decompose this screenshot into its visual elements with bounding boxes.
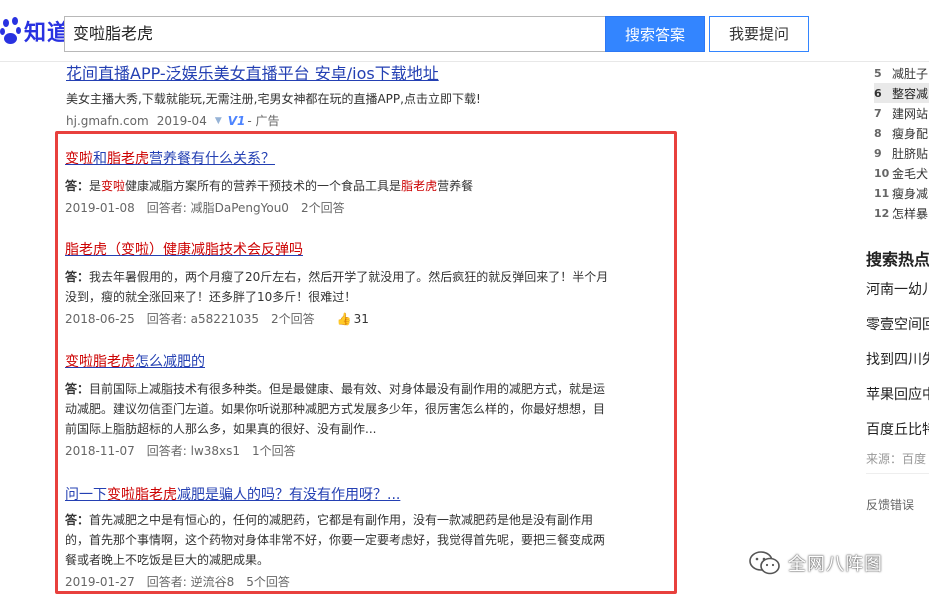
watermark: 全网八阵图 (748, 550, 883, 576)
result-meta: 2018-06-25 回答者: a58221035 2个回答 👍 31 (65, 309, 665, 329)
result-answerer[interactable]: 回答者: a58221035 (147, 309, 259, 329)
paw-icon (0, 16, 22, 46)
ad-description: 美女主播大秀,下载就能玩,无需注册,宅男女神都在玩的直播APP,点击立即下载! (66, 92, 481, 106)
result-answerer[interactable]: 回答者: 逆流谷8 (147, 572, 235, 592)
feedback-link[interactable]: 反馈错误 (866, 496, 914, 513)
result-answer-count: 1个回答 (252, 444, 296, 458)
caret-down-icon[interactable]: ▼ (215, 112, 222, 130)
v1-badge[interactable]: V1 (228, 112, 246, 130)
rank-item[interactable]: 12 怎样暴 (874, 203, 929, 223)
rank-item[interactable]: 5 减肚子 (874, 63, 929, 83)
result-date: 2019-01-27 (65, 575, 135, 589)
result-answer: 答：是变啦健康减脂方案所有的营养干预技术的一个食品工具是脂老虎营养餐 (65, 179, 474, 193)
hot-search-item[interactable]: 零壹空间回 (866, 315, 929, 350)
thumbs-up-icon[interactable]: 👍 (337, 309, 352, 329)
result-answer: 答：我去年暑假用的，两个月瘦了20斤左右，然后开学了就没用了。然后疯狂的就反弹回… (65, 270, 609, 304)
ad-label: - 广告 (247, 114, 280, 128)
rank-item[interactable]: 7 建网站 (874, 103, 929, 123)
search-answer-button[interactable]: 搜索答案 (605, 16, 705, 52)
result-answer: 答：目前国际上减脂技术有很多种类。但是最健康、最有效、对身体最没有副作用的减肥方… (65, 382, 606, 436)
ad-domain[interactable]: hj.gmafn.com (66, 112, 149, 130)
result-meta: 2018-11-07 回答者: lw38xs1 1个回答 (65, 441, 665, 461)
result-item: 变啦和脂老虎营养餐有什么关系？ 答：是变啦健康减脂方案所有的营养干预技术的一个食… (65, 150, 665, 218)
wechat-icon (749, 551, 780, 575)
rank-item[interactable]: 9 肚脐贴 (874, 143, 929, 163)
rank-item[interactable]: 11 瘦身减 (874, 183, 929, 203)
result-date: 2018-11-07 (65, 444, 135, 458)
top-header: 知道 变啦脂老虎 搜索答案 我要提问 (0, 0, 929, 62)
watermark-text: 全网八阵图 (788, 554, 883, 575)
ad-date: 2019-04 (156, 114, 207, 128)
like-count: 31 (353, 312, 369, 326)
result-title-link[interactable]: 变啦和脂老虎营养餐有什么关系？ (65, 150, 665, 168)
baidu-zhidao-logo[interactable]: 知道 (0, 14, 70, 48)
hot-source: 来源：百度 (866, 452, 927, 466)
result-meta: 2019-01-27 回答者: 逆流谷8 5个回答 (65, 572, 665, 592)
ad-result: 花间直播APP-泛娱乐美女直播平台 安卓/ios下载地址 美女主播大秀,下载就能… (66, 64, 626, 130)
rank-item[interactable]: 6 整容减 (874, 83, 929, 103)
hot-search-list: 河南一幼儿 零壹空间回 找到四川失 苹果回应中 百度丘比特 (866, 280, 929, 455)
result-item: 变啦脂老虎怎么减肥的 答：目前国际上减脂技术有很多种类。但是最健康、最有效、对身… (65, 353, 665, 461)
rank-item[interactable]: 10 金毛犬 (874, 163, 929, 183)
hot-search-item[interactable]: 河南一幼儿 (866, 280, 929, 315)
result-title-link[interactable]: 问一下变啦脂老虎减肥是骗人的吗？有没有作用呀？... (65, 486, 665, 504)
ask-question-button[interactable]: 我要提问 (709, 16, 809, 52)
right-sidebar: 5 减肚子 6 整容减 7 建网站 8 瘦身配 9 肚脐贴 10 金毛犬 11 瘦身减 12 怎… (850, 62, 929, 605)
result-answer-count: 5个回答 (246, 575, 290, 589)
ad-meta: hj.gmafn.com 2019-04 ▼ V1 - 广告 (66, 112, 626, 130)
hot-search-title: 搜索热点 (866, 250, 929, 269)
result-date: 2019-01-08 (65, 201, 135, 215)
search-input[interactable]: 变啦脂老虎 (64, 16, 605, 52)
divider (866, 473, 929, 474)
result-title-link[interactable]: 变啦脂老虎怎么减肥的 (65, 353, 665, 371)
result-answerer[interactable]: 回答者: 减脂DaPengYou0 (147, 198, 289, 218)
ad-title-link[interactable]: 花间直播APP-泛娱乐美女直播平台 安卓/ios下载地址 (66, 64, 626, 84)
result-answerer[interactable]: 回答者: lw38xs1 (147, 441, 240, 461)
rank-list: 5 减肚子 6 整容减 7 建网站 8 瘦身配 9 肚脐贴 10 金毛犬 11 瘦身减 12 怎… (874, 63, 929, 223)
rank-item[interactable]: 8 瘦身配 (874, 123, 929, 143)
result-answer-count: 2个回答 (271, 312, 315, 326)
result-date: 2018-06-25 (65, 312, 135, 326)
result-item: 问一下变啦脂老虎减肥是骗人的吗？有没有作用呀？... 答：首先减肥之中是有恒心的… (65, 486, 665, 592)
result-answer-count: 2个回答 (300, 201, 345, 215)
result-answer: 答：首先减肥之中是有恒心的，任何的减肥药，它都是有副作用，没有一款减肥药是他是没… (65, 513, 606, 567)
result-meta: 2019-01-08 回答者: 减脂DaPengYou0 2个回答 (65, 198, 665, 218)
result-item: 脂老虎（变啦）健康减脂技术会反弹吗 答：我去年暑假用的，两个月瘦了20斤左右，然… (65, 241, 665, 329)
result-title-link[interactable]: 脂老虎（变啦）健康减脂技术会反弹吗 (65, 241, 665, 259)
hot-search-item[interactable]: 找到四川失 (866, 350, 929, 385)
hot-search-item[interactable]: 苹果回应中 (866, 385, 929, 420)
